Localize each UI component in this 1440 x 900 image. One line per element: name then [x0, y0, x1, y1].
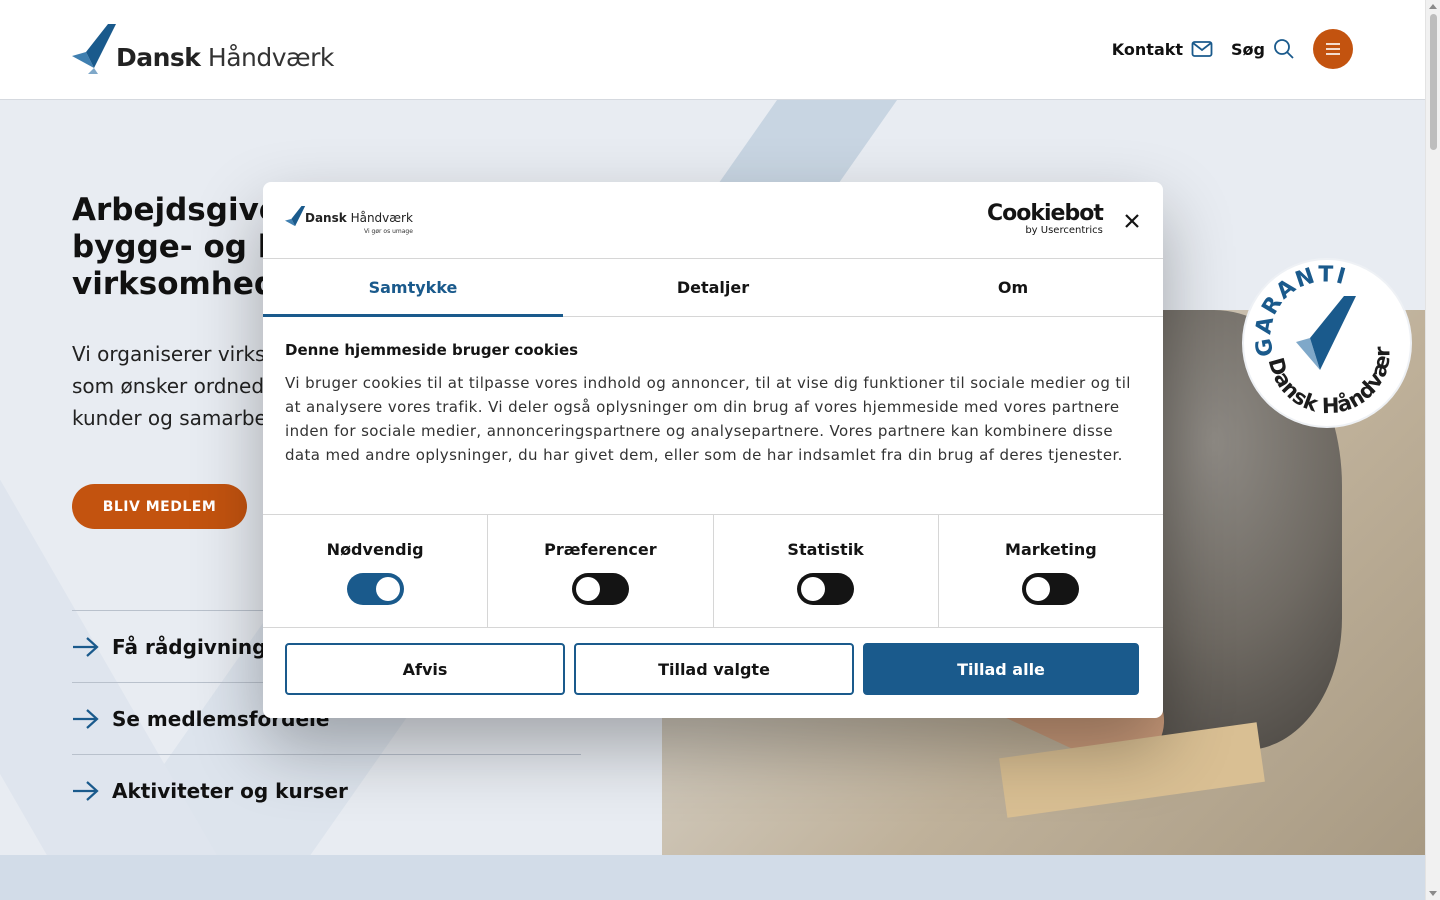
next-section-band [0, 855, 1425, 900]
allow-selected-button[interactable]: Tillad valgte [574, 643, 854, 695]
scroll-up-icon[interactable] [1429, 4, 1437, 9]
checkmark-logo-icon [72, 24, 116, 74]
dialog-actions: Afvis Tillad valgte Tillad alle [263, 628, 1163, 695]
toggle-label: Marketing [1005, 540, 1097, 559]
consent-toggles: Nødvendig Præferencer Statistik Marketin… [263, 515, 1163, 628]
link-label: Aktiviteter og kurser [112, 778, 348, 803]
arrow-right-icon [72, 636, 100, 658]
scroll-down-icon[interactable] [1429, 891, 1437, 896]
guarantee-badge: GARANTI Dansk Håndværk [1237, 241, 1410, 426]
toggle-label: Præferencer [544, 540, 657, 559]
menu-button[interactable] [1313, 29, 1353, 69]
link-label: Få rådgivning [112, 634, 267, 659]
search-label: Søg [1231, 39, 1265, 59]
tab-details[interactable]: Detaljer [563, 259, 863, 316]
toggle-label: Statistik [787, 540, 864, 559]
logo-tagline: Vi gør os umage [364, 228, 413, 235]
search-icon [1273, 38, 1295, 60]
necessary-switch[interactable] [346, 573, 404, 605]
tab-consent[interactable]: Samtykke [263, 259, 563, 317]
link-activities[interactable]: Aktiviteter og kurser [72, 754, 581, 826]
close-icon[interactable] [1121, 210, 1143, 232]
hero-text: Vi organiserer virkso som ønsker ordnede… [72, 342, 278, 430]
mail-icon [1191, 40, 1213, 58]
page-scrollbar[interactable] [1425, 0, 1440, 900]
toggle-necessary: Nødvendig [263, 515, 489, 627]
dialog-body: Denne hjemmeside bruger cookies Vi bruge… [263, 317, 1163, 515]
toggle-statistics: Statistik [714, 515, 939, 627]
statistics-switch[interactable] [797, 573, 855, 605]
dialog-header: Dansk Håndværk Vi gør os umage Cookiebot… [263, 182, 1163, 259]
toggle-preferences: Præferencer [488, 515, 714, 627]
contact-label: Kontakt [1111, 39, 1184, 59]
site-logo[interactable]: Dansk Håndværk [72, 22, 334, 74]
cookie-consent-dialog: Dansk Håndværk Vi gør os umage Cookiebot… [263, 182, 1163, 718]
top-nav: Kontakt Søg [1112, 29, 1353, 69]
cookiebot-byline: by Usercentrics [1025, 225, 1103, 236]
preferences-switch[interactable] [571, 573, 629, 605]
checkmark-logo-icon [285, 206, 306, 227]
toggle-label: Nødvendig [326, 540, 424, 559]
toggle-marketing: Marketing [939, 515, 1163, 627]
marketing-switch[interactable] [1022, 573, 1080, 605]
become-member-button[interactable]: BLIV MEDLEM [72, 484, 247, 529]
cookiebot-logo[interactable]: Cookiebot by Usercentrics [987, 201, 1104, 237]
dialog-heading: Denne hjemmeside bruger cookies [285, 341, 579, 359]
scroll-thumb[interactable] [1430, 14, 1437, 150]
dialog-logo-text: Dansk Håndværk Vi gør os umage [305, 212, 413, 238]
dialog-tabs: Samtykke Detaljer Om [263, 259, 1163, 317]
allow-all-button[interactable]: Tillad alle [863, 643, 1139, 695]
guarantee-badge-icon: GARANTI Dansk Håndværk [1237, 241, 1395, 418]
reject-button[interactable]: Afvis [285, 643, 565, 695]
site-header: Dansk Håndværk Kontakt Søg [0, 0, 1425, 100]
cookiebot-wordmark: Cookiebot [987, 201, 1104, 226]
logo-text: Dansk Håndværk [116, 43, 334, 72]
contact-link[interactable]: Kontakt [1112, 40, 1213, 59]
dialog-logo: Dansk Håndværk Vi gør os umage [285, 204, 413, 238]
arrow-right-icon [72, 708, 100, 730]
dialog-description: Vi bruger cookies til at tilpasse vores … [285, 374, 1131, 464]
tab-about[interactable]: Om [863, 259, 1163, 316]
search-link[interactable]: Søg [1231, 38, 1295, 60]
arrow-right-icon [72, 780, 100, 802]
hamburger-icon [1326, 43, 1340, 55]
